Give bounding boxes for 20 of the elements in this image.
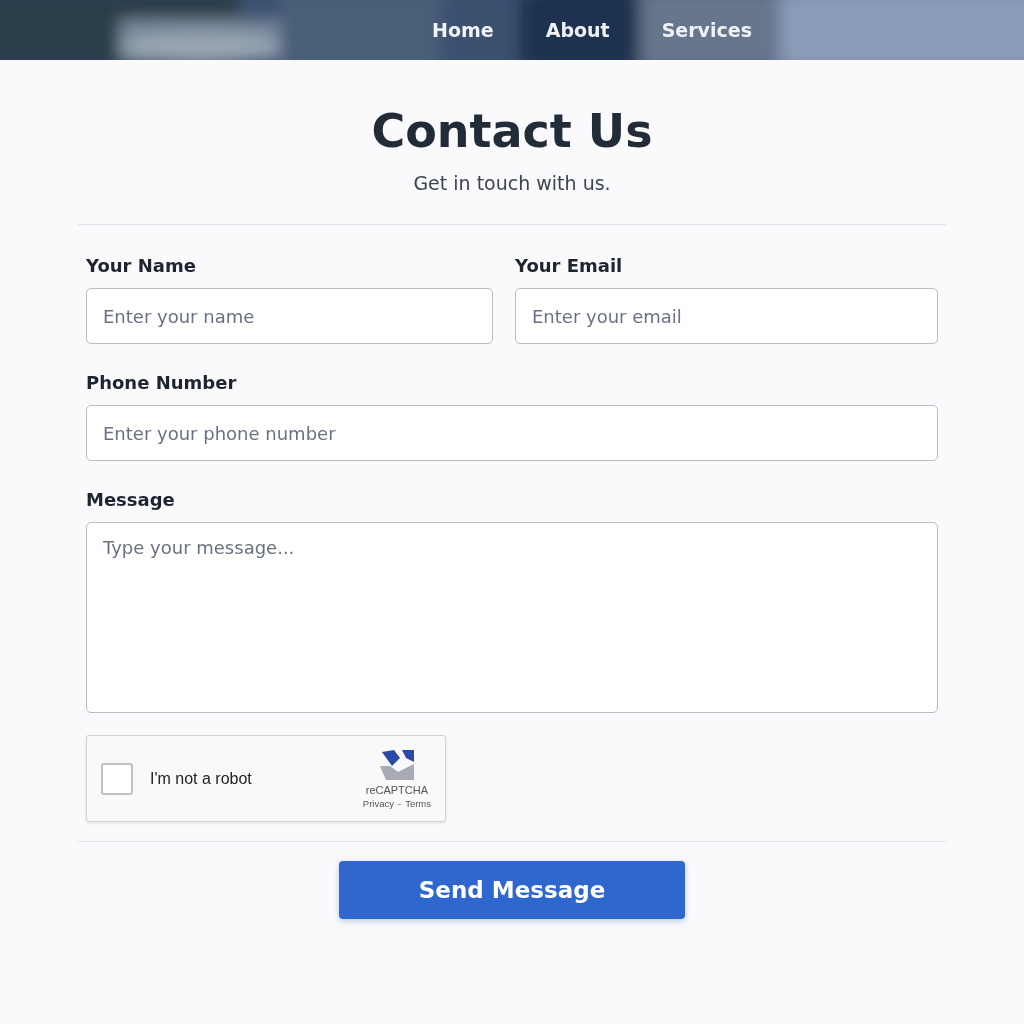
field-label: Your Name [86,255,197,276]
page-title: Contact Us [371,104,653,158]
nav-link[interactable]: About [545,19,610,41]
captcha-link[interactable]: Terms [405,798,431,809]
captcha-checkbox[interactable] [101,762,133,795]
captcha-label: I'm not a robot [150,769,253,788]
recaptcha-logo-icon [377,748,416,782]
send-button[interactable]: Send Message [339,861,685,919]
message-field[interactable]: Type your message... [86,522,938,713]
nav-link[interactable]: Home [432,19,494,41]
captcha-link[interactable]: Privacy [362,798,394,809]
recaptcha-brand: reCAPTCHA [365,784,429,796]
input-field[interactable]: Enter your email [515,288,938,344]
field-label: Message [86,489,176,510]
field-label: Your Email [515,255,624,276]
link-separator: - [397,798,402,809]
field-label: Phone Number [86,372,238,393]
input-field[interactable]: Enter your phone number [86,405,938,461]
input-field[interactable]: Enter your name [86,288,493,344]
page-subtitle: Get in touch with us. [413,172,611,194]
